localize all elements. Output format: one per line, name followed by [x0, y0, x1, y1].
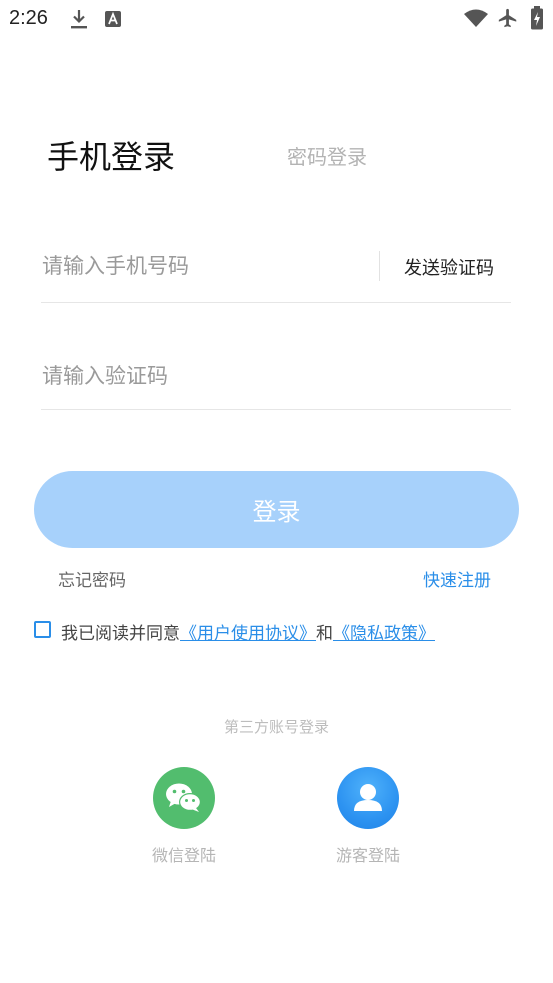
- code-underline: [41, 409, 511, 410]
- download-icon: [71, 10, 87, 29]
- agreement-text: 我已阅读并同意《用户使用协议》和《隐私政策》: [61, 619, 435, 644]
- guest-login-button[interactable]: [337, 767, 399, 829]
- user-agreement-link[interactable]: 《用户使用协议》: [180, 624, 316, 644]
- status-bar: 2:26: [0, 0, 553, 38]
- send-code-button[interactable]: 发送验证码: [404, 254, 494, 280]
- forgot-password-link[interactable]: 忘记密码: [58, 566, 126, 591]
- tab-phone-login[interactable]: 手机登录: [47, 132, 175, 178]
- guest-login-label: 游客登陆: [335, 846, 400, 865]
- login-button[interactable]: 登录: [34, 471, 519, 548]
- airplane-icon: [498, 8, 517, 28]
- phone-underline: [41, 302, 511, 303]
- wechat-login-button[interactable]: [153, 767, 215, 829]
- login-screen: 2:26 手机登录 密码登录 发送验证码 登录 忘记密码 快速注: [0, 0, 553, 983]
- vertical-divider: [379, 251, 380, 281]
- user-icon: [354, 784, 382, 811]
- agreement-and: 和: [316, 624, 333, 644]
- phone-input[interactable]: [42, 246, 362, 286]
- third-party-title: 第三方账号登录: [223, 718, 329, 736]
- privacy-policy-link[interactable]: 《隐私政策》: [333, 624, 435, 644]
- agreement-checkbox[interactable]: [34, 621, 51, 638]
- verification-code-input[interactable]: [42, 356, 482, 396]
- status-time: 2:26: [9, 7, 48, 29]
- font-a-icon: [105, 11, 121, 27]
- quick-register-link[interactable]: 快速注册: [423, 566, 491, 591]
- wifi-icon: [464, 9, 488, 27]
- tab-password-login[interactable]: 密码登录: [287, 141, 367, 170]
- battery-charging-icon: [531, 6, 543, 30]
- agreement-prefix: 我已阅读并同意: [61, 624, 180, 644]
- wechat-login-label: 微信登陆: [151, 846, 216, 865]
- wechat-icon: [166, 783, 201, 812]
